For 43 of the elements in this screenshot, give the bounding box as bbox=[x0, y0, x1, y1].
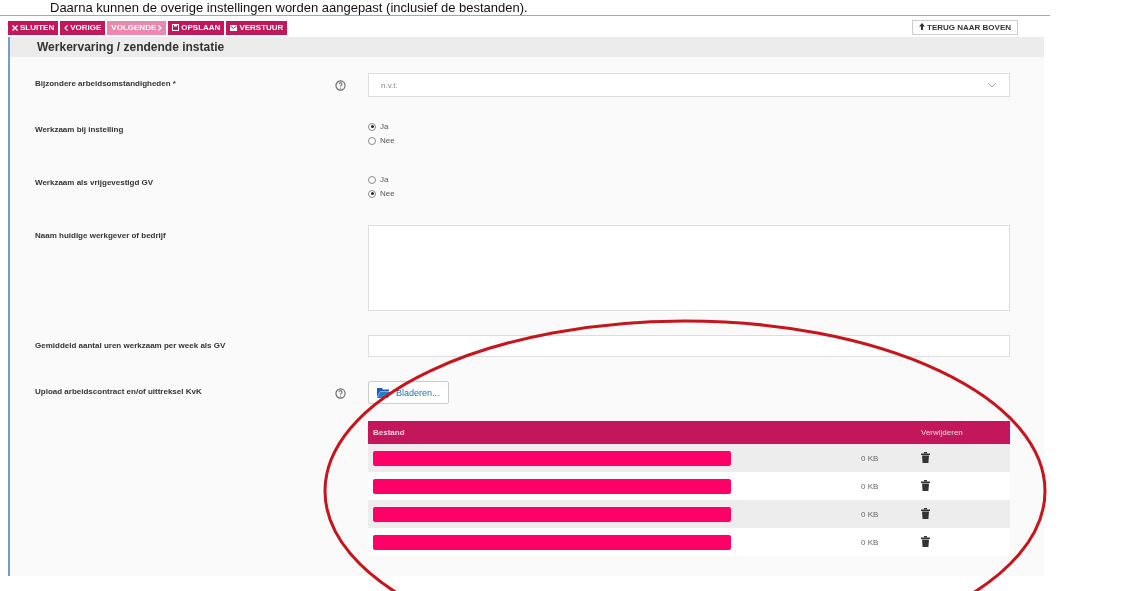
table-header: Bestand Verwijderen bbox=[368, 421, 1010, 444]
chevron-right-icon bbox=[158, 24, 163, 31]
radio-label[interactable]: Nee bbox=[380, 136, 395, 145]
file-size: 0 KB bbox=[861, 481, 880, 491]
toolbar-button[interactable]: SLUITEN bbox=[8, 20, 59, 35]
toolbar-button[interactable]: OPSLAAN bbox=[168, 20, 225, 35]
field-label: Werkzaam als vrijgevestigd GV bbox=[35, 178, 154, 187]
field-label: Bijzondere arbeidsomstandigheden * bbox=[35, 79, 176, 88]
chevron-down-icon bbox=[987, 82, 997, 88]
file-size: 0 KB bbox=[861, 453, 880, 463]
dropdown-field[interactable]: n.v.t. bbox=[368, 73, 1010, 97]
trash-icon[interactable] bbox=[921, 451, 930, 463]
radio-button[interactable] bbox=[368, 136, 376, 145]
arrow-up-icon bbox=[918, 23, 925, 30]
chevron-left-icon bbox=[64, 24, 69, 31]
radio-label[interactable]: Ja bbox=[380, 175, 389, 184]
field-label: Upload arbeidscontract en/of uittreksel KvK bbox=[35, 387, 202, 396]
radio-button[interactable] bbox=[368, 175, 376, 184]
radio-button[interactable] bbox=[368, 122, 376, 131]
folder-icon bbox=[377, 387, 391, 398]
radio-button[interactable] bbox=[368, 189, 376, 198]
field-label: Gemiddeld aantal uren werkzaam per week als GV bbox=[35, 341, 226, 350]
field-label: Werkzaam bij instelling bbox=[35, 125, 124, 134]
envelope-icon bbox=[230, 24, 238, 31]
file-size: 0 KB bbox=[861, 537, 880, 547]
browse-button[interactable]: Bladeren... bbox=[368, 381, 449, 404]
trash-icon[interactable] bbox=[921, 507, 930, 519]
trash-icon[interactable] bbox=[921, 479, 930, 491]
input-field[interactable] bbox=[368, 335, 1010, 357]
back-to-top-button[interactable]: TERUG NAAR BOVEN bbox=[911, 20, 1018, 35]
file-size: 0 KB bbox=[861, 509, 880, 519]
caption-text: Daarna kunnen de overige instellingen worden aangepast (inclusief de bestanden). bbox=[49, 0, 529, 15]
field-label: Naam huidige werkgever of bedrijf bbox=[35, 231, 166, 240]
text-area-field[interactable] bbox=[368, 225, 1010, 311]
radio-label[interactable]: Nee bbox=[380, 189, 395, 198]
trash-icon[interactable] bbox=[921, 535, 930, 547]
help-icon[interactable] bbox=[335, 80, 346, 91]
section-header: Werkervaring / zendende instatie bbox=[10, 37, 1044, 57]
toolbar-button[interactable]: VERSTUUR bbox=[226, 20, 288, 35]
close-icon bbox=[12, 24, 18, 31]
help-icon[interactable] bbox=[335, 388, 346, 399]
radio-label[interactable]: Ja bbox=[380, 122, 389, 131]
toolbar-button[interactable]: VORIGE bbox=[60, 20, 106, 35]
